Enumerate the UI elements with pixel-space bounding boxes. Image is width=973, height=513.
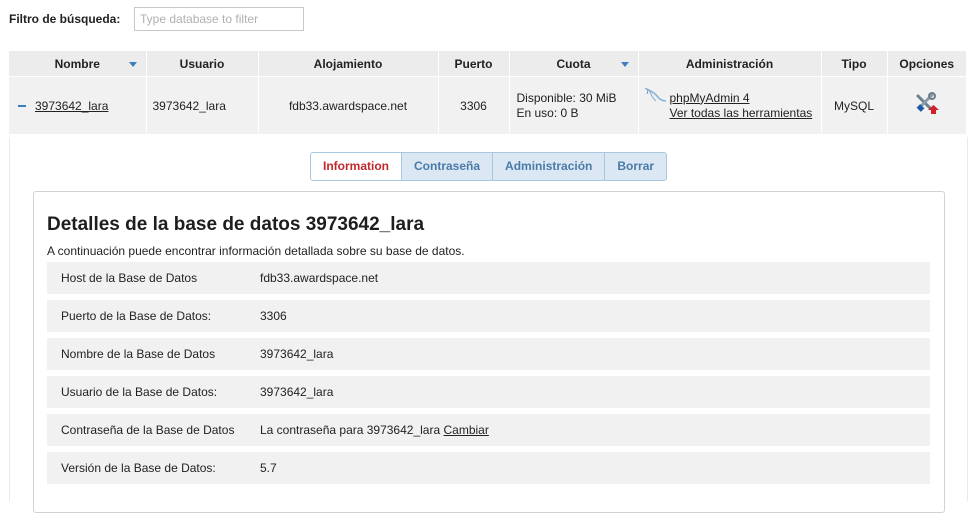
column-header-quota-label: Cuota <box>556 56 591 71</box>
filter-label: Filtro de búsqueda: <box>9 12 121 26</box>
detail-row-host: Host de la Base de Datos fdb33.awardspac… <box>47 262 930 294</box>
detail-value: 5.7 <box>260 461 277 475</box>
detail-row-user: Usuario de la Base de Datos: 3973642_lar… <box>47 376 930 408</box>
detail-value: 3306 <box>260 309 287 323</box>
cell-quota: Disponible: 30 MiB En uso: 0 B <box>509 76 639 134</box>
detail-tabs: Information Contraseña Administración Bo… <box>310 152 668 181</box>
tab-delete[interactable]: Borrar <box>604 152 668 181</box>
detail-row-name: Nombre de la Base de Datos 3973642_lara <box>47 338 930 370</box>
detail-label: Versión de la Base de Datos: <box>61 461 216 475</box>
tab-administration[interactable]: Administración <box>492 152 606 181</box>
detail-value: La contraseña para 3973642_lara Cambiar <box>260 423 489 437</box>
details-title: Detalles de la base de datos 3973642_lar… <box>47 214 425 235</box>
database-name-link[interactable]: 3973642_lara <box>35 99 108 113</box>
table-header-row: Nombre Usuario Alojamiento Puerto Cuota … <box>9 51 966 77</box>
cell-port: 3306 <box>438 76 510 134</box>
tab-password[interactable]: Contraseña <box>401 152 494 181</box>
filter-bar: Filtro de búsqueda: <box>9 7 304 31</box>
cell-host: fdb33.awardspace.net <box>258 76 439 134</box>
detail-value: 3973642_lara <box>260 385 334 399</box>
quota-available: Disponible: 30 MiB <box>516 90 617 105</box>
details-subtitle: A continuación puede encontrar informaci… <box>47 244 465 258</box>
sort-down-icon[interactable] <box>620 62 629 67</box>
databases-table: Nombre Usuario Alojamiento Puerto Cuota … <box>9 51 966 134</box>
detail-row-password: Contraseña de la Base de Datos La contra… <box>47 414 930 446</box>
column-header-quota[interactable]: Cuota <box>509 51 639 77</box>
details-box: Detalles de la base de datos 3973642_lar… <box>33 191 945 513</box>
column-header-name-label: Nombre <box>54 56 100 71</box>
minus-icon[interactable] <box>18 105 26 108</box>
detail-label: Host de la Base de Datos <box>61 271 198 285</box>
cell-type: MySQL <box>821 76 888 134</box>
all-tools-link[interactable]: Ver todas las herramientas <box>670 106 821 121</box>
sort-down-icon[interactable] <box>128 62 137 67</box>
detail-value: fdb33.awardspace.net <box>260 271 379 285</box>
change-password-link[interactable]: Cambiar <box>443 423 488 437</box>
table-row: 3973642_lara 3973642_lara fdb33.awardspa… <box>9 76 966 134</box>
filter-input[interactable] <box>134 7 304 31</box>
cell-options <box>887 76 966 134</box>
column-header-type: Tipo <box>821 51 888 77</box>
column-header-admin: Administración <box>638 51 822 77</box>
column-header-host: Alojamiento <box>258 51 439 77</box>
column-header-user: Usuario <box>146 51 259 77</box>
detail-row-version: Versión de la Base de Datos: 5.7 <box>47 452 930 484</box>
cell-admin: phpMyAdmin 4 Ver todas las herramientas <box>638 76 822 134</box>
detail-row-port: Puerto de la Base de Datos: 3306 <box>47 300 930 332</box>
tools-icon[interactable] <box>914 91 940 117</box>
cell-name: 3973642_lara <box>9 76 147 134</box>
detail-value: 3973642_lara <box>260 347 334 361</box>
column-header-options: Opciones <box>887 51 966 77</box>
detail-label: Puerto de la Base de Datos: <box>61 309 212 323</box>
detail-label: Contraseña de la Base de Datos <box>61 423 235 437</box>
column-header-port: Puerto <box>438 51 510 77</box>
phpmyadmin-link[interactable]: phpMyAdmin 4 <box>670 91 821 106</box>
column-header-name[interactable]: Nombre <box>9 51 147 77</box>
cell-user: 3973642_lara <box>146 76 259 134</box>
phpmyadmin-icon <box>644 87 666 102</box>
detail-label: Usuario de la Base de Datos: <box>61 385 218 399</box>
password-text: La contraseña para 3973642_lara <box>260 423 441 437</box>
database-detail-panel: Information Contraseña Administración Bo… <box>9 137 968 513</box>
detail-label: Nombre de la Base de Datos <box>61 347 216 361</box>
quota-used: En uso: 0 B <box>516 105 579 120</box>
tab-information[interactable]: Information <box>310 152 402 181</box>
